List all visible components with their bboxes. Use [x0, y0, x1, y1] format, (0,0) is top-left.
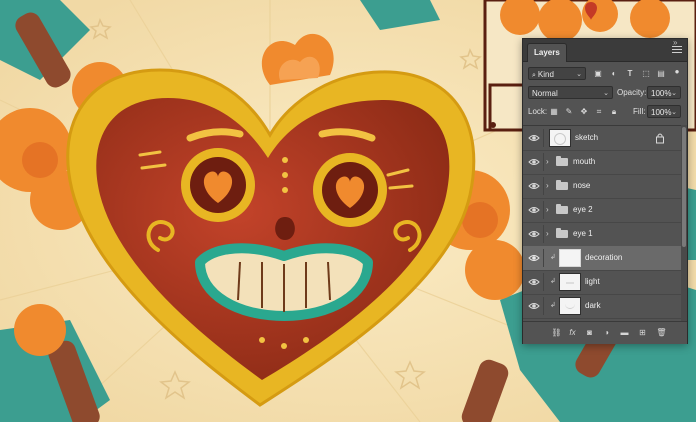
fill-field[interactable]: 100% ⌄	[647, 105, 681, 118]
lock-image-pixels-icon[interactable]: ✎	[564, 107, 574, 117]
new-group-icon[interactable]: ▬	[619, 327, 630, 338]
toggle-filter-icon[interactable]: ●	[672, 67, 682, 77]
divider	[543, 177, 544, 195]
tab-layers[interactable]: Layers	[527, 43, 567, 62]
fx-icon[interactable]: fx	[567, 327, 578, 338]
layer-name[interactable]: light	[585, 270, 600, 294]
lock-artboard-icon[interactable]: ⌗	[594, 107, 604, 117]
lock-transparent-pixels-icon[interactable]: ▦	[549, 107, 559, 117]
filter-row: ⌕ Kind ⌄ ▣ ◐ T ⬚ ▤ ●	[523, 65, 687, 83]
chevron-down-icon: ⌄	[671, 109, 677, 116]
eye-icon[interactable]	[528, 180, 540, 192]
eye-icon[interactable]	[528, 252, 540, 264]
fill-label: Fill:	[633, 107, 646, 116]
eye-icon[interactable]	[528, 276, 540, 288]
layer-name[interactable]: dark	[585, 294, 601, 318]
left-eye	[181, 148, 255, 222]
divider	[543, 225, 544, 243]
layer-light[interactable]: ↲ light	[523, 270, 681, 295]
layer-name[interactable]: nose	[573, 174, 590, 198]
adjustment-filter-icon[interactable]: ◐	[609, 69, 619, 79]
opacity-value: 100%	[651, 89, 672, 98]
lock-all-icon[interactable]: 🔒︎	[609, 107, 619, 117]
chevron-down-icon: ⌄	[671, 90, 677, 97]
layer-name[interactable]: decoration	[585, 246, 622, 270]
opacity-label: Opacity:	[617, 88, 647, 97]
shape-filter-icon[interactable]: ⬚	[641, 69, 651, 79]
eye-icon[interactable]	[528, 156, 540, 168]
layer-sketch[interactable]: sketch	[523, 126, 681, 151]
smart-object-filter-icon[interactable]: ▤	[656, 69, 666, 79]
type-filter-icon[interactable]: T	[625, 69, 635, 79]
new-layer-icon[interactable]: ⊞	[637, 327, 648, 338]
layer-dark[interactable]: ↲ dark	[523, 294, 681, 319]
panel-titlebar: Layers »	[523, 38, 687, 62]
layer-thumbnail	[559, 297, 581, 315]
chevron-right-icon[interactable]: ›	[546, 181, 549, 190]
adjustment-layer-icon[interactable]: ◑	[601, 327, 612, 338]
layers-panel: Layers » ⌕ Kind ⌄ ▣ ◐ T ⬚ ▤ ● Normal ⌄ O…	[522, 38, 688, 344]
layer-thumbnail	[559, 273, 581, 291]
blend-mode-value: Normal	[532, 89, 558, 98]
add-mask-icon[interactable]: ◙	[584, 327, 595, 338]
blend-mode-select[interactable]: Normal ⌄	[528, 86, 613, 99]
layer-mouth[interactable]: › mouth	[523, 150, 681, 175]
folder-icon	[556, 204, 568, 214]
layers-scrollbar[interactable]	[681, 125, 687, 321]
lock-row: Lock: ▦ ✎ ✥ ⌗ 🔒︎ Fill: 100% ⌄	[523, 103, 687, 121]
image-filter-icon[interactable]: ▣	[593, 69, 603, 79]
layer-name[interactable]: eye 2	[573, 198, 593, 222]
filter-kind-select[interactable]: ⌕ Kind ⌄	[528, 67, 586, 80]
clipping-mask-icon: ↲	[550, 254, 556, 261]
chevron-down-icon: ⌄	[576, 71, 582, 78]
chevron-right-icon[interactable]: ›	[546, 157, 549, 166]
divider	[543, 129, 544, 147]
eye-icon[interactable]	[528, 228, 540, 240]
opacity-field[interactable]: 100% ⌄	[647, 86, 681, 99]
layer-nose[interactable]: › nose	[523, 174, 681, 199]
layers-list: sketch › mouth › nose › eye 2 › eye 1 ↲ …	[523, 125, 681, 322]
lock-label: Lock:	[528, 107, 548, 116]
divider	[543, 273, 544, 291]
layer-name[interactable]: mouth	[573, 150, 595, 174]
folder-icon	[556, 180, 568, 190]
fill-value: 100%	[651, 108, 672, 117]
scrollbar-thumb[interactable]	[682, 127, 686, 247]
layer-name[interactable]: eye 1	[573, 222, 593, 246]
clipping-mask-icon: ↲	[550, 302, 556, 309]
folder-icon	[556, 228, 568, 238]
panel-menu-icon[interactable]	[672, 46, 682, 54]
right-eye	[313, 153, 387, 227]
layer-thumbnail	[559, 249, 581, 267]
link-layers-icon[interactable]: ⛓	[551, 327, 562, 338]
clipping-mask-icon: ↲	[550, 278, 556, 285]
layer-thumbnail	[549, 129, 571, 147]
chevron-down-icon: ⌄	[603, 90, 609, 97]
chevron-right-icon[interactable]: ›	[546, 205, 549, 214]
blend-row: Normal ⌄ Opacity: 100% ⌄	[523, 84, 687, 102]
lock-icon	[656, 133, 664, 144]
divider	[543, 153, 544, 171]
trash-icon[interactable]: 🗑︎	[656, 327, 667, 338]
layer-eye-1[interactable]: › eye 1	[523, 222, 681, 247]
eye-icon[interactable]	[528, 300, 540, 312]
filter-kind-value: Kind	[537, 70, 554, 79]
divider	[543, 297, 544, 315]
folder-icon	[556, 156, 568, 166]
eye-icon[interactable]	[528, 204, 540, 216]
layer-name[interactable]: sketch	[575, 126, 598, 150]
divider	[543, 249, 544, 267]
lock-position-icon[interactable]: ✥	[579, 107, 589, 117]
chevron-right-icon[interactable]: ›	[546, 229, 549, 238]
layer-eye-2[interactable]: › eye 2	[523, 198, 681, 223]
panel-bottom-bar: ⛓ fx ◙ ◑ ▬ ⊞ 🗑︎	[523, 321, 687, 344]
layer-decoration[interactable]: ↲ decoration	[523, 246, 681, 271]
divider	[543, 201, 544, 219]
eye-icon[interactable]	[528, 132, 540, 144]
